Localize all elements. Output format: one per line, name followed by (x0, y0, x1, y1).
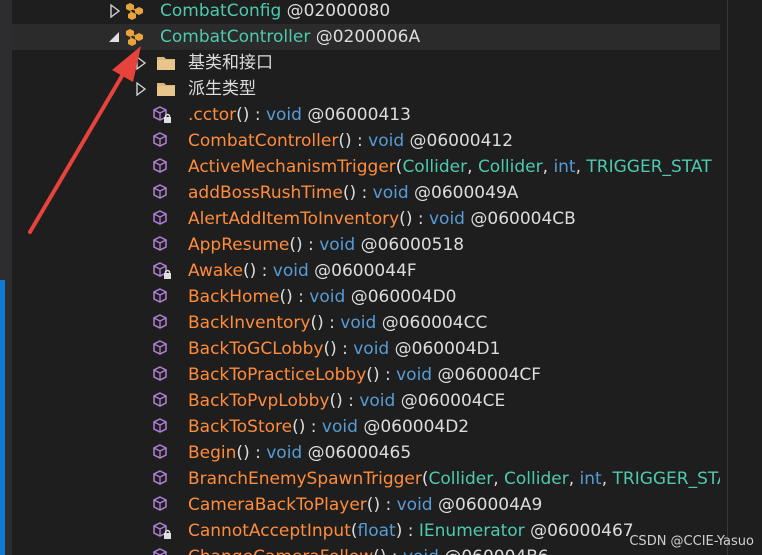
annotation-arrow (28, 46, 141, 234)
watermark: CSDN @CCIE-Yasuo (629, 534, 754, 549)
